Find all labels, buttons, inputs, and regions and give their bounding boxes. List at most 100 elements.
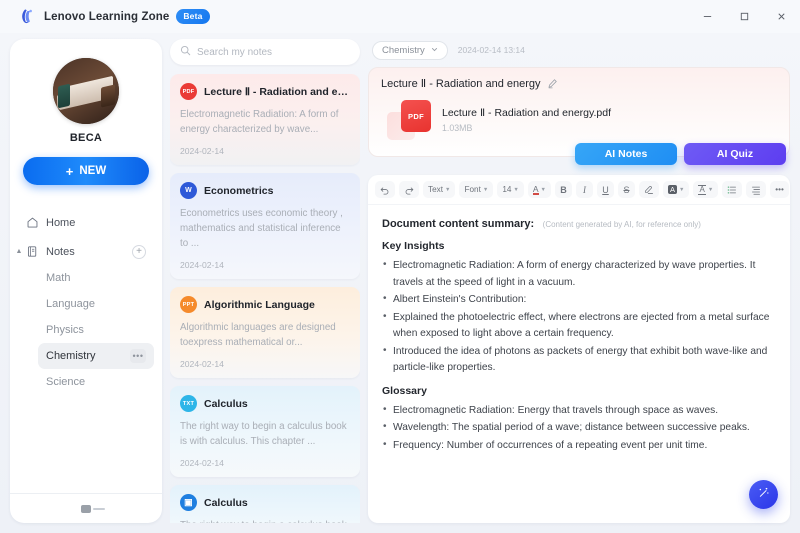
pdf-badge-icon: PDF (180, 83, 197, 100)
new-button[interactable]: + NEW (23, 157, 149, 185)
more-options-icon[interactable]: ••• (130, 349, 146, 363)
note-card[interactable]: PDF Lecture Ⅱ - Radiation and ene... Ele… (170, 74, 360, 165)
search-icon (180, 43, 191, 61)
sidebar-item-language[interactable]: Language (38, 291, 154, 317)
sidebar-footer (10, 493, 162, 523)
note-date: 2024-02-14 (180, 146, 224, 156)
timestamp: 2024-02-14 13:14 (457, 45, 525, 55)
pdf-badge-label: PDF (401, 100, 431, 132)
close-button[interactable] (763, 0, 800, 33)
note-excerpt: Electromagnetic Radiation: A form of ene… (180, 109, 339, 135)
maximize-button[interactable] (726, 0, 763, 33)
note-card[interactable]: TXT Calculus The right way to begin a ca… (170, 386, 360, 477)
document-title: Lecture Ⅱ - Radiation and energy (381, 78, 541, 90)
note-title: Econometrics (204, 184, 274, 197)
note-date: 2024-02-14 (180, 260, 224, 270)
avatar[interactable] (53, 58, 119, 124)
edit-pencil-icon[interactable] (547, 78, 558, 89)
font-size-label: 14 (502, 185, 512, 194)
list-item: Wavelength: The spatial period of a wave… (382, 419, 776, 437)
list-item: Introduced the idea of photons as packet… (382, 343, 776, 377)
text-style-dropdown[interactable]: Text ▼ (423, 181, 456, 198)
sidebar-item-math[interactable]: Math (38, 265, 154, 291)
more-options-icon[interactable]: ••• (770, 181, 789, 198)
search-input[interactable] (197, 46, 350, 58)
summary-note: (Content generated by AI, for reference … (542, 220, 701, 229)
font-color-label: A (532, 183, 539, 195)
note-excerpt: The right way to begin a calculus book i… (180, 421, 347, 447)
sidebar-item-notes[interactable]: ▲ Notes + (16, 238, 154, 265)
ai-notes-button[interactable]: AI Notes (575, 143, 677, 165)
text-style-label: Text (428, 185, 444, 194)
file-size: 1.03MB (442, 123, 473, 133)
unordered-list-icon[interactable] (746, 181, 767, 198)
beta-badge: Beta (176, 9, 210, 24)
file-name: Lecture Ⅱ - Radiation and energy.pdf (442, 107, 611, 119)
font-size-dropdown[interactable]: 14 ▼ (497, 181, 524, 198)
list-item: Frequency: Number of occurrences of a re… (382, 437, 776, 455)
search-box[interactable] (170, 39, 360, 65)
chevron-down-icon: ▼ (707, 186, 714, 193)
key-insights-list: Electromagnetic Radiation: A form of ene… (382, 257, 776, 377)
sidebar-item-physics[interactable]: Physics (38, 317, 154, 343)
font-family-dropdown[interactable]: Font ▼ (459, 181, 494, 198)
user-profile: BECA (10, 39, 162, 144)
add-note-icon[interactable]: + (132, 244, 146, 259)
sidebar-item-science[interactable]: Science (38, 369, 154, 395)
note-title: Lecture Ⅱ - Radiation and ene... (204, 85, 350, 98)
sidebar-subitem-label: Math (46, 272, 71, 284)
minimize-button[interactable] (689, 0, 726, 33)
chevron-up-icon[interactable]: ▲ (14, 247, 24, 257)
chevron-down-icon: ▼ (540, 186, 546, 193)
chevron-down-icon: ▼ (679, 186, 685, 193)
list-item: Explained the photoelectric effect, wher… (382, 309, 776, 343)
text-case-dropdown[interactable]: A ▼ (693, 181, 719, 198)
summary-label: Document content summary: (382, 218, 535, 230)
sidebar-item-label: Notes (46, 245, 75, 258)
window-controls (689, 0, 800, 33)
italic-button[interactable]: I (576, 181, 593, 198)
note-date: 2024-02-14 (180, 458, 224, 468)
new-button-label: NEW (79, 165, 107, 177)
sidebar-subitem-label: Language (46, 298, 95, 310)
list-item: Electromagnetic Radiation: A form of ene… (382, 257, 776, 291)
note-cards: PDF Lecture Ⅱ - Radiation and ene... Ele… (170, 74, 360, 523)
clear-format-icon[interactable] (639, 181, 659, 198)
font-color-dropdown[interactable]: A ▼ (527, 181, 551, 198)
underline-button[interactable]: U (597, 181, 614, 198)
note-card[interactable]: ▣ Calculus The right way to begin a calc… (170, 485, 360, 523)
text-case-label: A (698, 184, 706, 195)
highlight-dropdown[interactable]: A ▼ (663, 181, 690, 198)
pdf-file-icon: PDF (387, 100, 431, 140)
editor-panel: Text ▼ Font ▼ 14 ▼ A ▼ B I U S A ▼ A ▼ •… (368, 175, 790, 523)
list-item: Albert Einstein's Contribution: (382, 291, 776, 309)
undo-icon[interactable] (375, 181, 395, 198)
note-excerpt: Algorithmic languages are designed toexp… (180, 322, 336, 348)
section-heading-glossary: Glossary (382, 384, 427, 397)
note-date: 2024-02-14 (180, 359, 224, 369)
main-header: Chemistry 2024-02-14 13:14 (368, 39, 790, 61)
ai-assistant-fab[interactable] (749, 480, 778, 509)
glossary-list: Electromagnetic Radiation: Energy that t… (382, 402, 776, 455)
word-badge-icon: W (180, 182, 197, 199)
strikethrough-button[interactable]: S (618, 181, 635, 198)
subject-dropdown[interactable]: Chemistry (372, 40, 448, 60)
chevron-down-icon: ▼ (445, 186, 451, 193)
note-card[interactable]: PPT Algorithmic Language Algorithmic lan… (170, 287, 360, 378)
note-excerpt: The right way to begin a calculus book (180, 518, 350, 523)
document-content: Document content summary: (Content gener… (368, 205, 790, 523)
user-name: BECA (69, 132, 103, 144)
note-card[interactable]: W Econometrics Econometrics uses economi… (170, 173, 360, 279)
home-icon (26, 216, 39, 229)
title-bar: Lenovo Learning Zone Beta (0, 0, 800, 33)
sidebar-item-chemistry[interactable]: Chemistry ••• (38, 343, 154, 369)
ordered-list-icon[interactable] (722, 181, 743, 198)
redo-icon[interactable] (399, 181, 419, 198)
collapse-sidebar-icon[interactable] (81, 504, 105, 513)
note-excerpt: Econometrics uses economic theory , math… (180, 208, 343, 249)
app-body: BECA + NEW Home ▲ Notes + Math Language … (0, 33, 800, 533)
bold-button[interactable]: B (555, 181, 572, 198)
ai-quiz-button[interactable]: AI Quiz (684, 143, 786, 165)
highlight-label: A (668, 185, 678, 194)
sidebar-item-home[interactable]: Home (18, 209, 154, 236)
